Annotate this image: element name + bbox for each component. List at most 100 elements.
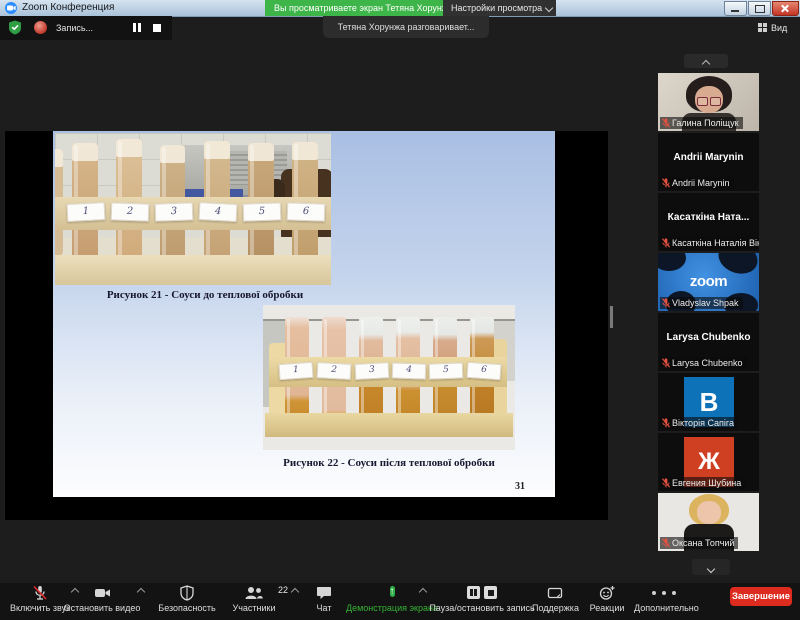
- participant-tile-avatar[interactable]: Ж Евгения Шубина: [658, 433, 759, 491]
- participant-tile-avatar[interactable]: B Вікторія Сапіга: [658, 373, 759, 431]
- tube-label: 6: [287, 202, 326, 221]
- end-meeting-button[interactable]: Завершение: [730, 587, 792, 606]
- pause-recording-icon[interactable]: [467, 586, 480, 599]
- participant-display-name: Larysa Chubenko: [658, 332, 759, 343]
- view-label: Вид: [771, 23, 787, 33]
- chevron-down-icon: [707, 565, 715, 573]
- avatar-decoration: [658, 253, 686, 271]
- zoom-logo-avatar: zoom: [658, 273, 759, 290]
- slide-page-number: 31: [495, 481, 525, 492]
- share-screen-label: Демонстрация экрана: [342, 603, 442, 613]
- participant-name-tag: Andrii Marynin: [660, 177, 734, 189]
- security-button[interactable]: Безопасность: [152, 585, 222, 613]
- pause-stop-recording-button[interactable]: Пауза/остановить запись: [428, 585, 536, 613]
- participant-name-tag: Евгения Шубина: [660, 477, 745, 489]
- recording-status: Запись...: [56, 23, 93, 33]
- participant-name-tag: Оксана Топчий: [660, 537, 738, 549]
- reactions-button[interactable]: Реакции: [584, 585, 630, 613]
- participant-display-name: Andrii Marynin: [658, 152, 759, 163]
- reactions-icon: [584, 585, 630, 601]
- participant-name: Larysa Chubenko: [672, 358, 743, 368]
- participants-count: 22: [278, 585, 288, 595]
- participant-tile-avatar[interactable]: Оксана Топчий: [658, 493, 759, 551]
- participant-tile[interactable]: Касаткіна Ната... Касаткіна Наталія Вік.…: [658, 193, 759, 251]
- muted-mic-icon: [662, 418, 670, 428]
- muted-mic-icon: [662, 118, 670, 128]
- active-speaker-toast: Тетяна Хорунжа разговаривает...: [323, 16, 489, 38]
- view-settings-dropdown[interactable]: Настройки просмотра: [443, 0, 556, 16]
- pause-recording-button[interactable]: [130, 21, 143, 34]
- participants-scroll-down-button[interactable]: [692, 559, 730, 575]
- participants-icon: [222, 585, 286, 601]
- share-screen-button[interactable]: ↑ Демонстрация экрана: [342, 585, 442, 613]
- close-button[interactable]: [772, 1, 799, 16]
- tube-label: 5: [429, 362, 464, 379]
- tube-rack-base: [265, 413, 513, 437]
- participant-name-tag: Вікторія Сапіга: [660, 417, 738, 429]
- support-label: Поддержка: [532, 603, 578, 613]
- tube-rack-base: [55, 255, 331, 285]
- tube-label: 3: [355, 362, 390, 380]
- muted-mic-icon: [662, 238, 670, 248]
- stop-recording-button[interactable]: [150, 21, 163, 34]
- reactions-label: Реакции: [584, 603, 630, 613]
- participant-name-tag: Касаткіна Наталія Вік...: [660, 237, 759, 249]
- more-dots-icon: [634, 585, 694, 601]
- stop-video-button[interactable]: Остановить видео: [62, 585, 142, 613]
- window-title: Zoom Конференция: [22, 2, 114, 13]
- participant-name-tag: Vladyslav Shpak: [660, 297, 743, 309]
- stop-video-label: Остановить видео: [62, 603, 142, 613]
- participants-button[interactable]: 22 Участники: [222, 585, 286, 613]
- participant-tile[interactable]: Andrii Marynin Andrii Marynin: [658, 133, 759, 191]
- chevron-up-icon: [702, 60, 710, 68]
- portrait-face: [697, 501, 721, 524]
- participants-collapse-button[interactable]: [684, 54, 728, 68]
- more-button[interactable]: Дополнительно: [634, 585, 694, 613]
- view-settings-label: Настройки просмотра: [451, 3, 542, 13]
- security-shield-icon: [8, 20, 22, 35]
- muted-mic-icon: [662, 538, 670, 548]
- window-titlebar: Zoom Конференция Вы просматриваете экран…: [0, 0, 800, 17]
- screen-viewing-banner: Вы просматриваете экран Тетяна Хорунжа: [265, 0, 462, 16]
- participant-tile-avatar[interactable]: zoom Vladyslav Shpak: [658, 253, 759, 311]
- grid-view-icon: [758, 23, 767, 32]
- stop-recording-icon[interactable]: [484, 586, 497, 599]
- chat-bubble-icon: [302, 585, 346, 601]
- minimize-button[interactable]: [724, 1, 747, 16]
- participant-name: Andrii Marynin: [672, 178, 730, 188]
- tube-label: 1: [67, 202, 106, 222]
- participant-name: Галина Поліщук: [672, 118, 739, 128]
- support-button[interactable]: Поддержка: [532, 585, 578, 613]
- participant-name: Вікторія Сапіга: [672, 418, 734, 428]
- participant-name-tag: Larysa Chubenko: [660, 357, 747, 369]
- glasses: [696, 97, 722, 105]
- tube-label: 2: [111, 202, 150, 221]
- photo-sauces-before-heating: 1 2 3 4 5 6: [55, 133, 331, 285]
- presentation-slide: 1 2 3 4 5 6 Рисунок 21 - Соуси до теплов…: [53, 131, 555, 497]
- tube-label: 2: [317, 362, 352, 380]
- photo-sauces-after-heating: 1 2 3 4 5 6: [263, 305, 515, 450]
- participant-display-name: Касаткіна Ната...: [658, 212, 759, 223]
- participant-name: Евгения Шубина: [672, 478, 741, 488]
- tube-label: 6: [466, 362, 501, 380]
- participant-tile[interactable]: Larysa Chubenko Larysa Chubenko: [658, 313, 759, 371]
- chevron-down-icon: [545, 4, 553, 12]
- maximize-button[interactable]: [748, 1, 771, 16]
- participant-tile-video[interactable]: Галина Поліщук: [658, 73, 759, 131]
- zoom-app-icon: [5, 2, 17, 14]
- participant-name-tag: Галина Поліщук: [660, 117, 743, 129]
- shield-icon: [152, 585, 222, 601]
- scrollbar-thumb[interactable]: [610, 306, 613, 328]
- figure-22-caption: Рисунок 22 - Соуси після теплової обробк…: [255, 457, 523, 469]
- record-control-label: Пауза/остановить запись: [428, 603, 536, 613]
- muted-mic-icon: [662, 358, 670, 368]
- muted-mic-icon: [662, 478, 670, 488]
- muted-mic-icon: [662, 178, 670, 188]
- recording-indicator-icon: [34, 21, 47, 34]
- tube-label: 4: [199, 202, 238, 222]
- chat-button[interactable]: Чат: [302, 585, 346, 613]
- participant-name: Vladyslav Shpak: [672, 298, 739, 308]
- tube-label: 3: [155, 202, 194, 221]
- view-mode-button[interactable]: Вид: [758, 20, 787, 36]
- zoom-meeting-window: Zoom Конференция Вы просматриваете экран…: [0, 0, 800, 620]
